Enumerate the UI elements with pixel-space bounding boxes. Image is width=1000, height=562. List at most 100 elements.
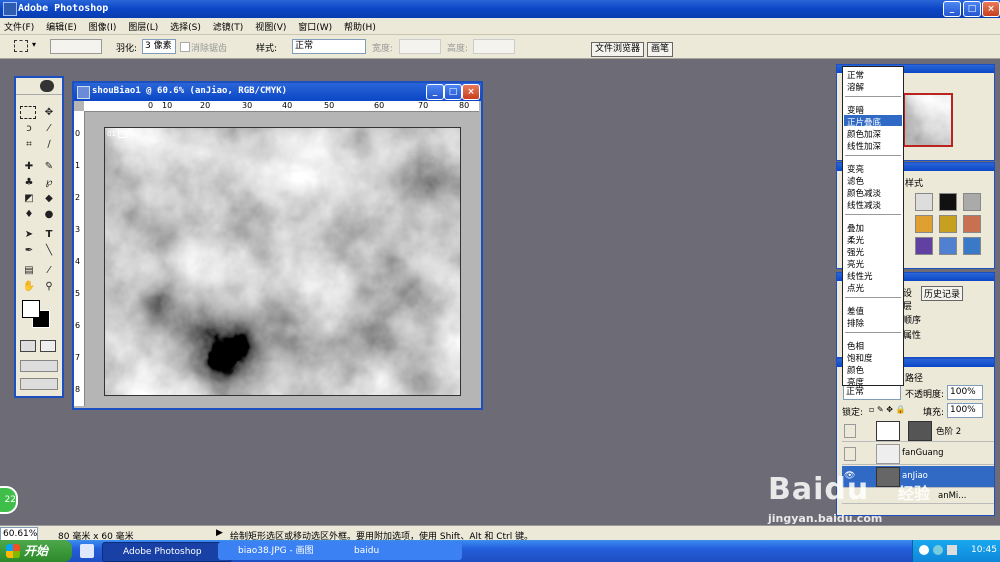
blend-mode-option[interactable]: 亮度 [847, 376, 864, 388]
tab-history[interactable]: 历史记录 [921, 286, 964, 301]
line-tool-icon[interactable]: ╲ [40, 244, 58, 258]
tab-paths[interactable]: 路径 [905, 371, 923, 384]
path-select-icon[interactable]: ➤ [20, 228, 38, 242]
blend-mode-option[interactable]: 变亮 [847, 163, 864, 175]
blend-mode-option[interactable]: 亮光 [847, 258, 864, 270]
foreground-color-swatch[interactable] [22, 300, 40, 318]
blend-mode-option[interactable]: 排除 [847, 317, 864, 329]
blend-mode-option[interactable]: 饱和度 [847, 352, 873, 364]
blend-mode-option-selected[interactable]: 正片叠底 [847, 116, 881, 128]
blend-mode-option[interactable]: 颜色减淡 [847, 187, 881, 199]
image-canvas[interactable]: 01 [104, 127, 461, 396]
brush-tool-icon[interactable]: ✎ [40, 160, 58, 174]
visibility-icon[interactable] [844, 447, 856, 461]
task-baidu-folder[interactable]: baidu [334, 542, 462, 560]
doc-minimize-button[interactable]: _ [426, 84, 444, 100]
magic-wand-icon[interactable]: ⁄ [40, 122, 58, 136]
clock[interactable]: 10:45 [971, 545, 997, 555]
task-photoshop[interactable]: Adobe Photoshop [102, 542, 232, 562]
blend-mode-option[interactable]: 色相 [847, 340, 864, 352]
menu-view[interactable]: 视图(V) [251, 18, 291, 33]
menu-image[interactable]: 图像(I) [85, 18, 122, 33]
selection-mode-buttons[interactable] [50, 39, 102, 54]
tray-icon[interactable] [919, 545, 929, 555]
blend-mode-option[interactable]: 变暗 [847, 104, 864, 116]
quick-mask-icon[interactable] [40, 340, 56, 352]
menu-file[interactable]: 文件(F) [0, 18, 39, 33]
menu-filter[interactable]: 滤镜(T) [209, 18, 249, 33]
layer-row[interactable]: 色阶 2 [842, 420, 994, 442]
doc-close-button[interactable]: × [462, 84, 480, 100]
antialias-checkbox[interactable] [180, 42, 190, 52]
history-brush-icon[interactable]: ℘ [40, 176, 58, 190]
lock-icons[interactable]: ▫ ✎ ✥ 🔒 [869, 405, 929, 415]
preset-dropdown-icon[interactable]: ▾ [32, 40, 36, 49]
lasso-tool-icon[interactable]: ↄ [20, 122, 38, 136]
paint-bucket-icon[interactable]: ◆ [40, 192, 58, 206]
layer-row[interactable]: fanGuang [842, 443, 994, 465]
blend-mode-option[interactable]: 强光 [847, 246, 864, 258]
task-paint[interactable]: biao38.JPG - 画图 [218, 542, 346, 560]
standard-mode-icon[interactable] [20, 340, 36, 352]
opacity-input[interactable]: 100% [947, 385, 983, 400]
blend-mode-option[interactable]: 差值 [847, 305, 864, 317]
blend-mode-option[interactable]: 溶解 [847, 81, 864, 93]
blend-mode-option[interactable]: 线性减淡 [847, 199, 881, 211]
crop-tool-icon[interactable]: ⌗ [20, 138, 38, 152]
tab-actions[interactable]: 设 [903, 286, 912, 299]
style-swatch[interactable] [915, 237, 933, 255]
blend-mode-option[interactable]: 叠加 [847, 222, 864, 234]
maximize-button[interactable]: □ [963, 1, 981, 17]
style-select[interactable]: 正常 [292, 39, 366, 54]
history-item[interactable]: 属性 [903, 328, 921, 341]
visibility-icon[interactable] [844, 424, 856, 438]
blend-mode-option[interactable]: 正常 [847, 69, 864, 81]
style-swatch[interactable] [963, 215, 981, 233]
move-tool-icon[interactable]: ✥ [40, 106, 58, 120]
blend-mode-option[interactable]: 滤色 [847, 175, 864, 187]
menu-window[interactable]: 窗口(W) [294, 18, 337, 33]
eyedropper-icon[interactable]: ⁄ [40, 264, 58, 278]
screen-mode-icons[interactable] [20, 360, 58, 372]
blend-mode-option[interactable]: 柔光 [847, 234, 864, 246]
menu-edit[interactable]: 编辑(E) [42, 18, 82, 33]
style-swatch[interactable] [963, 237, 981, 255]
style-swatch[interactable] [915, 215, 933, 233]
history-item[interactable]: 顺序 [903, 313, 921, 326]
tab-file-browser[interactable]: 文件浏览器 [591, 42, 645, 57]
width-input[interactable] [399, 39, 441, 54]
type-tool-icon[interactable]: T [40, 228, 58, 242]
feather-input[interactable]: 3 像素 [142, 39, 176, 54]
blend-mode-option[interactable]: 点光 [847, 282, 864, 294]
menu-help[interactable]: 帮助(H) [340, 18, 381, 33]
tray-icon[interactable] [947, 545, 957, 555]
start-button[interactable]: 开始 [0, 540, 72, 562]
eraser-icon[interactable]: ◩ [20, 192, 38, 206]
close-button[interactable]: × [982, 1, 1000, 17]
blend-mode-option[interactable]: 线性光 [847, 270, 873, 282]
notes-tool-icon[interactable]: ▤ [20, 264, 38, 278]
show-desktop-icon[interactable] [80, 544, 94, 558]
clone-stamp-icon[interactable]: ♣ [20, 176, 38, 190]
tab-styles[interactable]: 样式 [905, 176, 923, 189]
pen-tool-icon[interactable]: ✒ [20, 244, 38, 258]
dodge-tool-icon[interactable]: ● [40, 208, 58, 222]
blur-tool-icon[interactable]: ♦ [20, 208, 38, 222]
blend-mode-option[interactable]: 线性加深 [847, 140, 881, 152]
tab-brushes[interactable]: 画笔 [647, 42, 674, 57]
style-swatch[interactable] [963, 193, 981, 211]
hand-tool-icon[interactable]: ✋ [20, 280, 38, 294]
marquee-tool-preset-icon[interactable] [14, 40, 28, 52]
marquee-tool-icon[interactable] [20, 106, 36, 119]
floating-badge[interactable]: 22 [0, 486, 18, 514]
style-swatch[interactable] [939, 215, 957, 233]
jump-to-imageready-icon[interactable] [20, 378, 58, 390]
fill-input[interactable]: 100% [947, 403, 983, 418]
history-item[interactable]: 层 [903, 299, 912, 312]
height-input[interactable] [473, 39, 515, 54]
menu-layer[interactable]: 图层(L) [124, 18, 163, 33]
slice-tool-icon[interactable]: ∕ [40, 138, 58, 152]
healing-brush-icon[interactable]: ✚ [20, 160, 38, 174]
doc-maximize-button[interactable]: □ [444, 84, 462, 100]
blend-mode-option[interactable]: 颜色 [847, 364, 864, 376]
